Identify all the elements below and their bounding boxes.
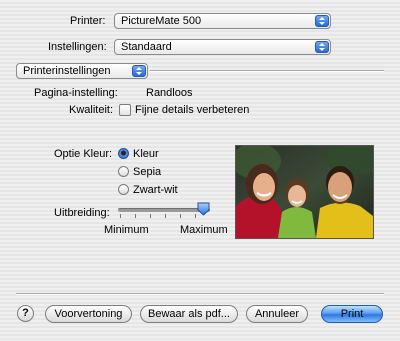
- color-option-label: Optie Kleur:: [54, 148, 113, 160]
- radio-kleur-label[interactable]: Kleur: [133, 148, 159, 160]
- printer-label: Printer:: [70, 15, 106, 27]
- slider-tick: [180, 214, 181, 218]
- page-setup-value: Randloos: [146, 87, 193, 99]
- expansion-label: Uitbreiding:: [54, 207, 110, 219]
- preview-image: [235, 145, 374, 239]
- popup-arrows-icon: [132, 65, 146, 77]
- expansion-max-label: Maximum: [180, 224, 228, 236]
- slider-tick: [120, 214, 121, 218]
- panel-value: Printerinstellingen: [23, 65, 111, 77]
- printer-popup[interactable]: PictureMate 500: [114, 13, 331, 29]
- preview-button[interactable]: Voorvertoning: [45, 305, 132, 323]
- slider-tick: [195, 214, 196, 218]
- panel-popup[interactable]: Printerinstellingen: [16, 63, 148, 79]
- slider-tick: [150, 214, 151, 218]
- presets-popup[interactable]: Standaard: [114, 39, 331, 55]
- slider-tick: [165, 214, 166, 218]
- save-pdf-button[interactable]: Bewaar als pdf...: [140, 305, 238, 323]
- radio-sepia[interactable]: [118, 166, 129, 177]
- presets-label: Instellingen:: [48, 41, 107, 53]
- panel-divider: [150, 70, 384, 72]
- radio-zwart-wit-label[interactable]: Zwart-wit: [133, 184, 178, 196]
- fine-details-label[interactable]: Fijne details verbeteren: [135, 104, 249, 116]
- radio-sepia-label[interactable]: Sepia: [133, 166, 161, 178]
- slider-tick: [135, 214, 136, 218]
- fine-details-checkbox[interactable]: [119, 104, 131, 116]
- radio-kleur[interactable]: [118, 148, 129, 159]
- expansion-slider-thumb[interactable]: [197, 202, 210, 216]
- bottom-divider: [16, 293, 384, 295]
- page-setup-label: Pagina-instelling:: [34, 87, 118, 99]
- cancel-button[interactable]: Annuleer: [246, 305, 308, 323]
- help-button[interactable]: ?: [17, 305, 34, 322]
- print-button[interactable]: Print: [321, 305, 383, 323]
- popup-arrows-icon: [315, 15, 329, 27]
- expansion-min-label: Minimum: [104, 224, 149, 236]
- quality-label: Kwaliteit:: [69, 104, 114, 116]
- printer-value: PictureMate 500: [121, 15, 202, 27]
- presets-value: Standaard: [121, 41, 172, 53]
- popup-arrows-icon: [315, 41, 329, 53]
- radio-zwart-wit[interactable]: [118, 184, 129, 195]
